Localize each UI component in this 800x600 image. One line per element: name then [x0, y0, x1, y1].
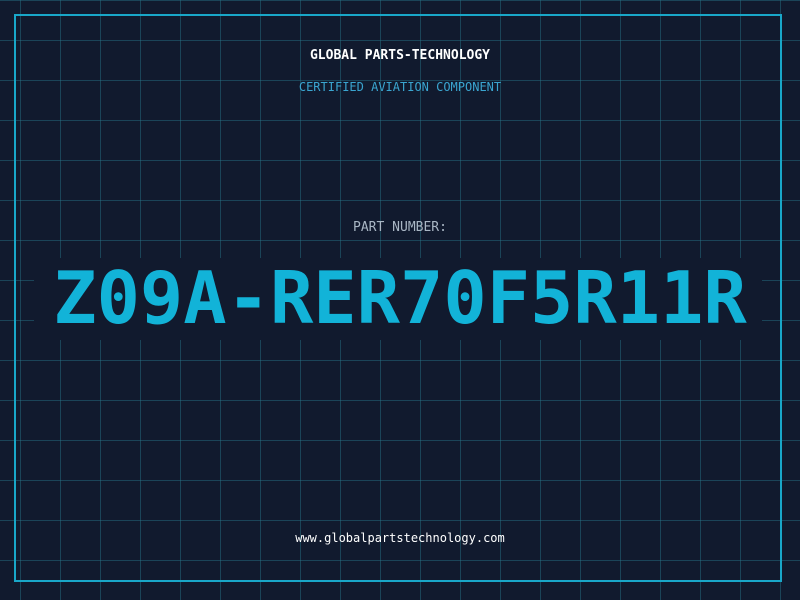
- certification-subtitle: CERTIFIED AVIATION COMPONENT: [298, 80, 502, 94]
- website-url: www.globalpartstechnology.com: [295, 531, 505, 545]
- part-label-card: GLOBAL PARTS-TECHNOLOGY CERTIFIED AVIATI…: [0, 0, 800, 600]
- company-name: GLOBAL PARTS-TECHNOLOGY: [309, 48, 490, 63]
- part-number-value: Z09A-RER70F5R11R: [53, 256, 747, 340]
- part-number-label: PART NUMBER:: [353, 220, 447, 235]
